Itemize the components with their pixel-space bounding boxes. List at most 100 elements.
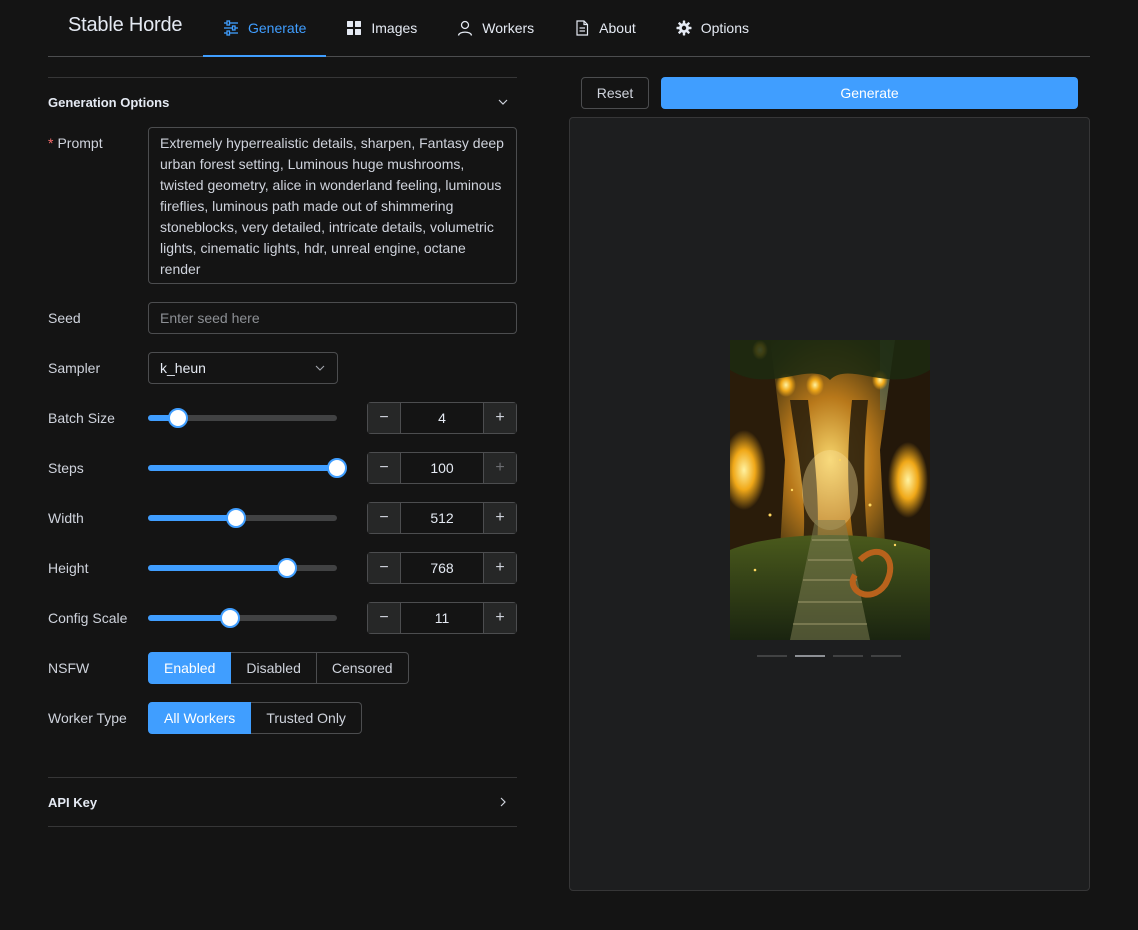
sampler-select[interactable]: k_heun	[148, 352, 338, 384]
gear-icon	[676, 20, 692, 36]
carousel-indicators	[757, 655, 901, 657]
slider-handle[interactable]	[276, 558, 297, 578]
nav-generate-label: Generate	[248, 20, 307, 36]
generate-button[interactable]: Generate	[661, 77, 1078, 109]
config-scale-slider[interactable]	[148, 602, 337, 634]
height-label: Height	[48, 560, 89, 576]
user-icon	[458, 20, 473, 36]
nav-about[interactable]: About	[554, 0, 656, 56]
width-slider[interactable]	[148, 502, 337, 534]
steps-stepper: − 100 +	[367, 452, 517, 484]
width-stepper: − 512 +	[367, 502, 517, 534]
forest-image	[730, 340, 930, 640]
batch-size-value[interactable]: 4	[401, 403, 483, 433]
decrease-button[interactable]: −	[368, 453, 401, 483]
slider-handle[interactable]	[220, 608, 241, 628]
prompt-row: * Prompt	[48, 127, 517, 284]
slider-fill	[148, 615, 231, 621]
height-stepper: − 768 +	[367, 552, 517, 584]
chevron-down-icon	[315, 365, 325, 371]
nav-workers-label: Workers	[482, 20, 535, 36]
decrease-button[interactable]: −	[368, 403, 401, 433]
document-icon	[576, 20, 589, 36]
grid-icon	[347, 21, 362, 35]
height-row: Height − 768 +	[48, 552, 517, 584]
nav-options-label: Options	[700, 20, 749, 36]
generated-image[interactable]	[730, 340, 930, 640]
increase-button[interactable]: +	[483, 403, 516, 433]
steps-value[interactable]: 100	[401, 453, 483, 483]
steps-label: Steps	[48, 460, 84, 476]
slider-fill	[148, 465, 337, 471]
sampler-row: Sampler k_heun	[48, 352, 517, 384]
generation-options-header[interactable]: Generation Options	[48, 77, 517, 127]
seed-row: Seed	[48, 302, 517, 334]
main-nav: Generate Images Workers About Options	[203, 0, 769, 57]
nav-generate[interactable]: Generate	[203, 0, 327, 57]
slider-handle[interactable]	[327, 458, 347, 478]
config-scale-row: Config Scale − 11 +	[48, 602, 517, 634]
nsfw-option-enabled[interactable]: Enabled	[148, 652, 232, 684]
api-key-title: API Key	[48, 794, 98, 810]
nav-images[interactable]: Images	[326, 0, 437, 56]
nsfw-radio-group: Enabled Disabled Censored	[148, 652, 409, 684]
prompt-label: * Prompt	[48, 135, 103, 151]
seed-input[interactable]	[148, 302, 517, 334]
sliders-icon	[224, 20, 238, 36]
increase-button[interactable]: +	[483, 503, 516, 533]
nav-options[interactable]: Options	[656, 0, 769, 56]
increase-button[interactable]: +	[483, 553, 516, 583]
brand-title: Stable Horde	[68, 14, 183, 36]
slider-handle[interactable]	[167, 408, 188, 428]
api-key-header[interactable]: API Key	[48, 777, 517, 827]
top-navbar: Stable Horde Generate Images Workers Abo…	[48, 0, 1090, 57]
batch-size-slider[interactable]	[148, 402, 337, 434]
carousel-dot[interactable]	[757, 655, 787, 657]
worker-type-row: Worker Type All Workers Trusted Only	[48, 702, 517, 734]
required-mark: *	[48, 135, 54, 151]
prompt-textarea[interactable]	[148, 127, 517, 284]
config-scale-value[interactable]: 11	[401, 603, 483, 633]
nav-about-label: About	[599, 20, 636, 36]
height-slider[interactable]	[148, 552, 337, 584]
increase-button[interactable]: +	[483, 603, 516, 633]
worker-option-trusted[interactable]: Trusted Only	[251, 702, 362, 734]
slider-fill	[148, 565, 287, 571]
nsfw-option-disabled[interactable]: Disabled	[231, 652, 317, 684]
width-value[interactable]: 512	[401, 503, 483, 533]
sampler-value: k_heun	[160, 360, 206, 376]
carousel-dot[interactable]	[833, 655, 863, 657]
batch-size-row: Batch Size − 4 +	[48, 402, 517, 434]
batch-size-label: Batch Size	[48, 410, 115, 426]
width-row: Width − 512 +	[48, 502, 517, 534]
nsfw-option-censored[interactable]: Censored	[316, 652, 409, 684]
seed-label: Seed	[48, 310, 81, 326]
batch-size-stepper: − 4 +	[367, 402, 517, 434]
nsfw-label: NSFW	[48, 660, 90, 676]
image-preview-panel	[569, 117, 1090, 891]
nav-workers[interactable]: Workers	[437, 0, 554, 56]
nav-images-label: Images	[371, 20, 418, 36]
decrease-button[interactable]: −	[368, 553, 401, 583]
height-value[interactable]: 768	[401, 553, 483, 583]
decrease-button[interactable]: −	[368, 603, 401, 633]
generation-options-panel: Generation Options *Prompt Seed Sampler …	[48, 77, 517, 827]
slider-handle[interactable]	[226, 508, 247, 528]
carousel-dot[interactable]	[871, 655, 901, 657]
decrease-button[interactable]: −	[368, 503, 401, 533]
generation-options-title: Generation Options	[48, 94, 170, 110]
reset-button[interactable]: Reset	[581, 77, 649, 109]
chevron-down-icon	[498, 99, 508, 105]
carousel-dot[interactable]	[795, 655, 825, 657]
config-scale-stepper: − 11 +	[367, 602, 517, 634]
sampler-label: Sampler	[48, 360, 101, 376]
width-label: Width	[48, 510, 84, 526]
worker-type-radio-group: All Workers Trusted Only	[148, 702, 362, 734]
increase-button[interactable]: +	[483, 453, 516, 483]
slider-fill	[148, 515, 237, 521]
config-scale-label: Config Scale	[48, 610, 128, 626]
worker-option-all[interactable]: All Workers	[148, 702, 252, 734]
nsfw-row: NSFW Enabled Disabled Censored	[48, 652, 517, 684]
steps-slider[interactable]	[148, 452, 347, 484]
worker-type-label: Worker Type	[48, 710, 127, 726]
